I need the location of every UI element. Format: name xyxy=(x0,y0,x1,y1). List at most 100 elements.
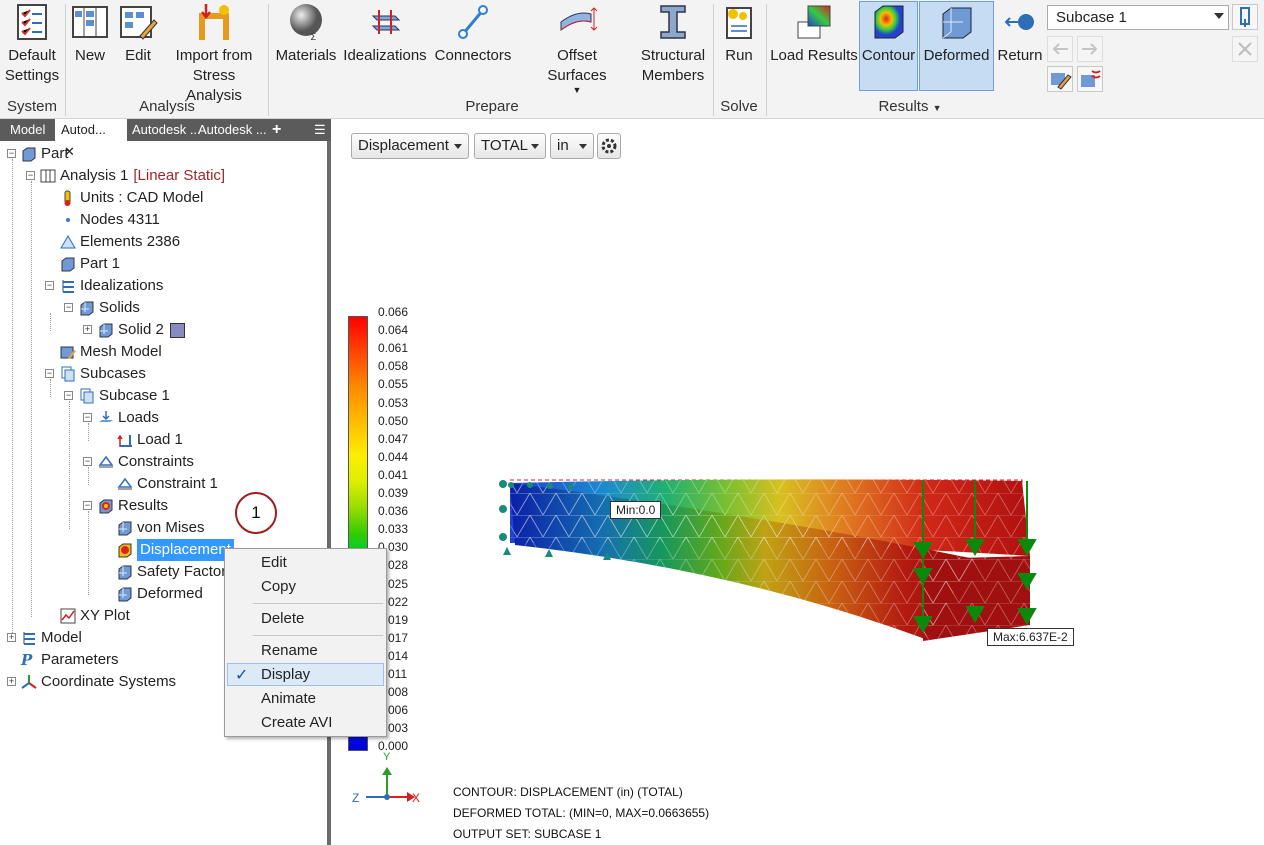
materials-button[interactable]: Σ Materials xyxy=(273,2,339,66)
tree-item-solid-2[interactable]: Solid 2 xyxy=(98,319,185,341)
structural-members-button[interactable]: Structural Members xyxy=(638,2,708,86)
model-tree-icon xyxy=(21,630,37,646)
menu-item-animate[interactable]: Animate xyxy=(261,688,316,710)
tree-item-safety-factor[interactable]: Safety Factor xyxy=(117,561,226,583)
tree-item-mesh-model[interactable]: Mesh Model xyxy=(60,341,162,363)
new-analysis-icon xyxy=(70,2,110,42)
menu-item-display[interactable]: Display xyxy=(261,664,310,686)
tree-label: von Mises xyxy=(137,519,205,536)
collapse-toggle[interactable]: − xyxy=(83,457,92,466)
deformed-button[interactable]: Deformed xyxy=(919,1,994,91)
graphics-viewport[interactable]: Displacement TOTAL in 0.066 0.064 0.061 0.0… xyxy=(335,119,1264,845)
collapse-toggle[interactable]: − xyxy=(7,149,16,158)
result-set-icon xyxy=(117,586,133,602)
edit-results-icon xyxy=(1051,73,1072,90)
previous-button[interactable] xyxy=(1047,36,1073,62)
run-solver-icon xyxy=(719,2,759,42)
collapse-toggle[interactable]: − xyxy=(83,501,92,510)
tree-item-subcases[interactable]: Subcases xyxy=(60,363,146,385)
edit-analysis-icon xyxy=(118,2,158,42)
tree-item-units[interactable]: Units : CAD Model xyxy=(60,187,203,209)
tree-label: Part xyxy=(41,145,69,162)
tree-item-displacement[interactable]: Displacement xyxy=(117,539,234,561)
min-label: Min:0.0 xyxy=(610,501,662,519)
tree-item-idealizations[interactable]: Idealizations xyxy=(60,275,163,297)
idealizations-button[interactable]: Idealizations xyxy=(342,2,428,66)
menu-item-delete[interactable]: Delete xyxy=(261,608,304,630)
expand-toggle[interactable]: + xyxy=(7,677,16,686)
results-icon xyxy=(98,498,114,514)
mesh-model-icon xyxy=(60,344,76,360)
default-settings-label: Default Settings xyxy=(4,47,60,84)
menu-item-copy[interactable]: Copy xyxy=(261,576,296,598)
connector-icon xyxy=(453,2,493,42)
tree-item-constraints[interactable]: Constraints xyxy=(98,451,194,473)
axis-label-z: Z xyxy=(352,791,360,805)
results-options-button[interactable] xyxy=(1077,66,1103,92)
tree-item-load-1[interactable]: Load 1 xyxy=(117,429,183,451)
group-label-prepare: Prepare xyxy=(465,98,519,115)
tree-item-analysis-1[interactable]: Analysis 1 [Linear Static] xyxy=(40,165,225,187)
subcases-icon xyxy=(60,366,76,382)
tree-item-model[interactable]: Model xyxy=(21,627,82,649)
context-menu: Edit Copy Delete Rename ✓ Display Animat… xyxy=(224,548,387,737)
node-icon xyxy=(60,212,76,228)
tree-item-part[interactable]: Part xyxy=(21,143,69,165)
collapse-toggle[interactable]: − xyxy=(45,369,54,378)
collapse-toggle[interactable]: − xyxy=(26,171,35,180)
default-settings-button[interactable]: Default Settings xyxy=(4,2,60,86)
tree-item-nodes[interactable]: Nodes 4311 xyxy=(60,209,160,231)
chevron-down-icon[interactable]: ▼ xyxy=(933,103,942,113)
contour-icon xyxy=(869,2,909,42)
contour-button[interactable]: Contour xyxy=(859,1,918,91)
tree-item-von-mises[interactable]: von Mises xyxy=(117,517,205,539)
collapse-toggle[interactable]: − xyxy=(83,413,92,422)
tree-item-coordinate-systems[interactable]: Coordinate Systems xyxy=(21,671,176,693)
expand-toggle[interactable]: + xyxy=(7,633,16,642)
tab-autodesk-3[interactable]: Autodesk ... xyxy=(192,119,273,141)
tree-item-elements[interactable]: Elements 2386 xyxy=(60,231,180,253)
menu-separator xyxy=(253,603,383,604)
group-label-solve: Solve xyxy=(720,98,758,115)
tab-model[interactable]: Model xyxy=(4,119,51,141)
connectors-label: Connectors xyxy=(434,47,512,64)
run-button[interactable]: Run xyxy=(720,2,758,66)
offset-surfaces-icon xyxy=(557,2,598,42)
menu-icon[interactable]: ☰ xyxy=(308,119,332,141)
arrow-right-icon xyxy=(1082,43,1098,55)
next-button[interactable] xyxy=(1077,36,1103,62)
tree-item-loads[interactable]: Loads xyxy=(98,407,159,429)
collapse-toggle[interactable]: − xyxy=(64,303,73,312)
tree-item-deformed[interactable]: Deformed xyxy=(117,583,203,605)
tree-item-part-1[interactable]: Part 1 xyxy=(60,253,120,275)
collapse-toggle[interactable]: − xyxy=(64,391,73,400)
tree-item-xy-plot[interactable]: XY Plot xyxy=(60,605,130,627)
add-tab-icon[interactable]: + xyxy=(266,119,287,141)
import-from-stress-analysis-button[interactable]: Import from Stress Analysis xyxy=(166,2,262,106)
expand-toggle[interactable]: + xyxy=(83,325,92,334)
tree-item-parameters[interactable]: P Parameters xyxy=(21,649,119,671)
tab-autodesk-active[interactable]: Autod... ✕ xyxy=(55,119,127,159)
subcase-select[interactable]: Subcase 1 xyxy=(1047,5,1229,30)
return-button[interactable]: Return xyxy=(996,2,1044,66)
menu-item-edit[interactable]: Edit xyxy=(261,552,287,574)
group-label-results: Results ▼ xyxy=(770,98,1050,115)
clear-probe-button[interactable] xyxy=(1232,36,1258,62)
separator xyxy=(713,4,714,116)
edit-results-button[interactable] xyxy=(1047,66,1073,92)
tree-item-solids[interactable]: Solids xyxy=(79,297,140,319)
fea-beam-model xyxy=(366,479,1037,802)
collapse-toggle[interactable]: − xyxy=(45,281,54,290)
tree-item-subcase-1[interactable]: Subcase 1 xyxy=(79,385,170,407)
offset-surfaces-button[interactable]: Offset Surfaces ▼ xyxy=(526,2,628,95)
menu-item-create-avi[interactable]: Create AVI xyxy=(261,712,332,734)
menu-item-rename[interactable]: Rename xyxy=(261,640,318,662)
callout-number: 1 xyxy=(251,503,261,522)
tree-item-results[interactable]: Results xyxy=(98,495,168,517)
tree-item-constraint-1[interactable]: Constraint 1 xyxy=(117,473,218,495)
new-analysis-button[interactable]: New xyxy=(70,2,110,66)
connectors-button[interactable]: Connectors xyxy=(434,2,512,66)
load-results-button[interactable]: Load Results xyxy=(770,2,858,66)
edit-analysis-button[interactable]: Edit xyxy=(118,2,158,66)
probe-button[interactable] xyxy=(1232,4,1258,30)
